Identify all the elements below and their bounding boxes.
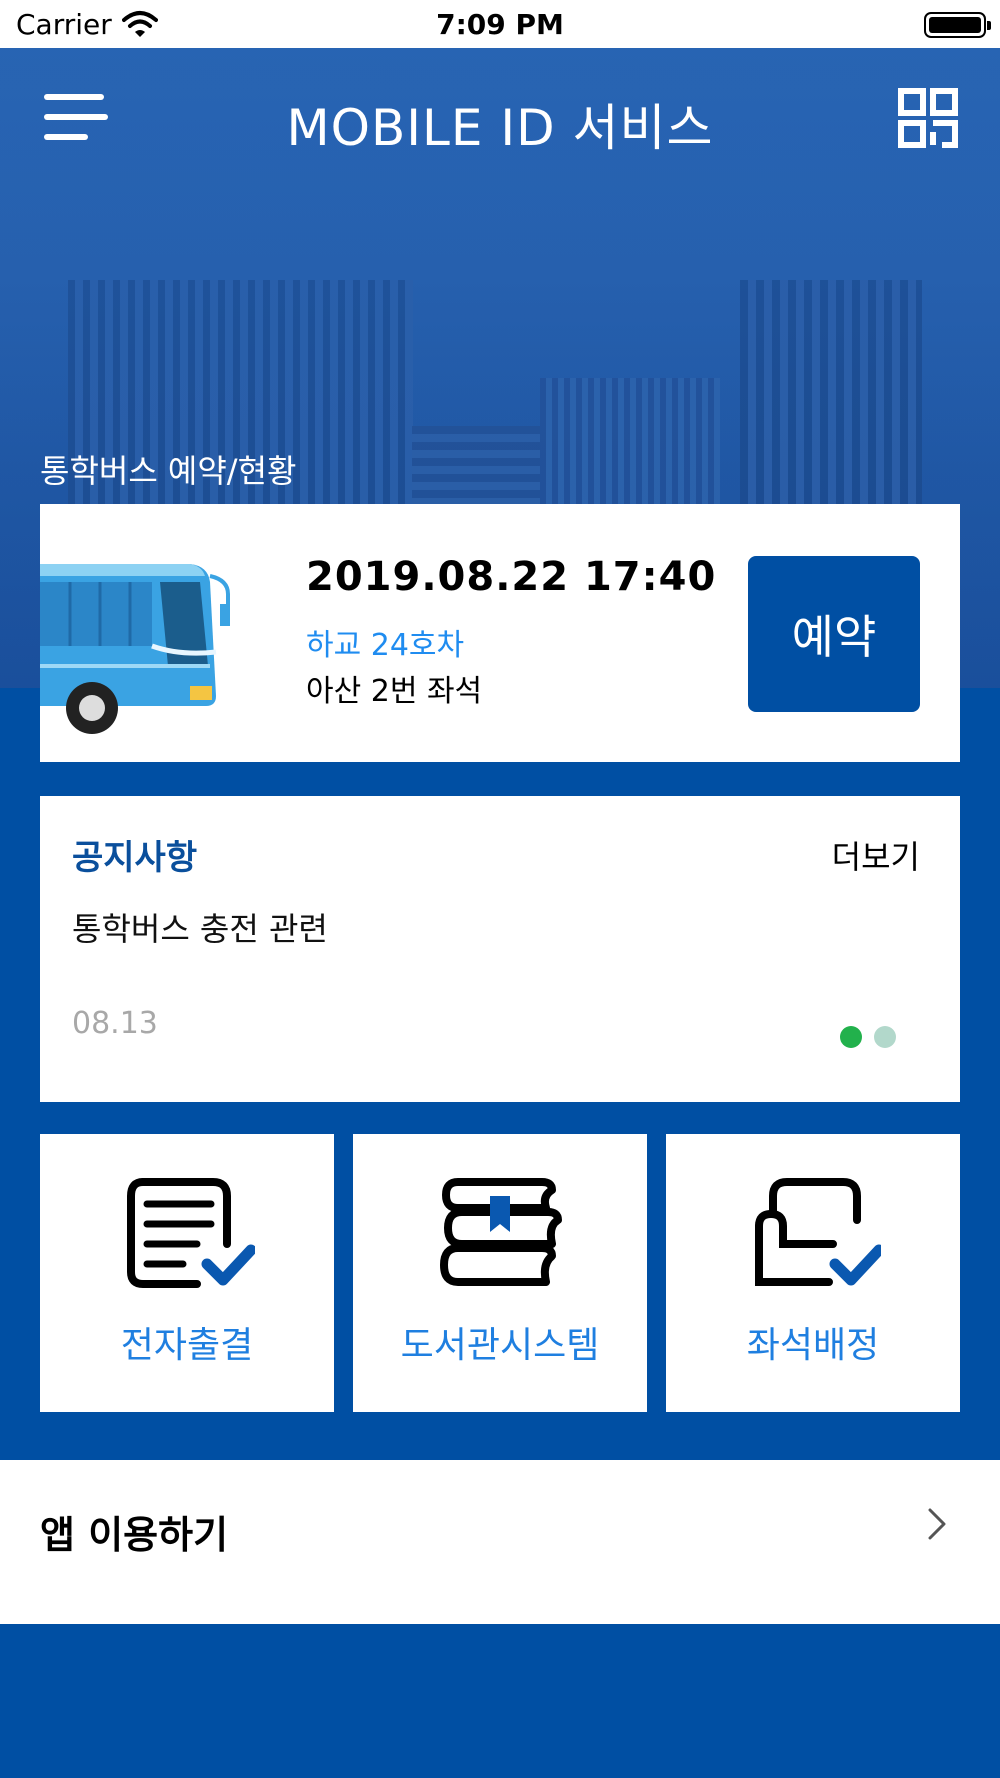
notice-more-link[interactable]: 더보기	[832, 832, 920, 878]
pager-dot-inactive[interactable]	[874, 1026, 896, 1048]
app-header: MOBILE ID 서비스	[0, 48, 1000, 188]
tile-library-label: 도서관시스템	[400, 1325, 600, 1366]
reserve-button[interactable]: 예약	[748, 556, 920, 712]
app-usage-row[interactable]: 앱 이용하기	[0, 1460, 1000, 1624]
attendance-checklist-icon	[127, 1178, 255, 1288]
app-usage-label: 앱 이용하기	[40, 1513, 229, 1557]
battery-icon	[924, 12, 991, 38]
app-title: MOBILE ID 서비스	[286, 99, 714, 157]
notice-title: 공지사항	[72, 838, 198, 878]
qr-code-icon[interactable]	[898, 88, 958, 148]
bus-reservation-card: 2019.08.22 17:40 하교 24호차 아산 2번 좌석 예약	[40, 504, 960, 762]
bus-route: 하교 24호차	[306, 628, 465, 663]
bus-seat: 아산 2번 좌석	[306, 674, 483, 709]
tile-library[interactable]: 도서관시스템	[353, 1134, 647, 1412]
notice-card: 공지사항 더보기 통학버스 충전 관련 08.13	[40, 796, 960, 1102]
chevron-right-icon	[928, 1508, 946, 1540]
bus-image	[40, 564, 230, 734]
seat-assignment-icon	[755, 1178, 881, 1286]
notice-item-title[interactable]: 통학버스 충전 관련	[72, 904, 328, 950]
bus-section-label: 통학버스 예약/현황	[40, 452, 297, 490]
library-books-icon	[440, 1178, 562, 1286]
tile-seat-assignment[interactable]: 좌석배정	[666, 1134, 960, 1412]
status-bar: Carrier 7:09 PM	[0, 0, 1000, 48]
notice-item-date: 08.13	[72, 1006, 158, 1041]
tile-seat-assignment-label: 좌석배정	[746, 1325, 880, 1366]
status-time: 7:09 PM	[436, 8, 564, 41]
pager-dot-active[interactable]	[840, 1026, 862, 1048]
tile-attendance[interactable]: 전자출결	[40, 1134, 334, 1412]
tile-attendance-label: 전자출결	[120, 1325, 254, 1366]
bus-date-time: 2019.08.22 17:40	[306, 554, 717, 600]
